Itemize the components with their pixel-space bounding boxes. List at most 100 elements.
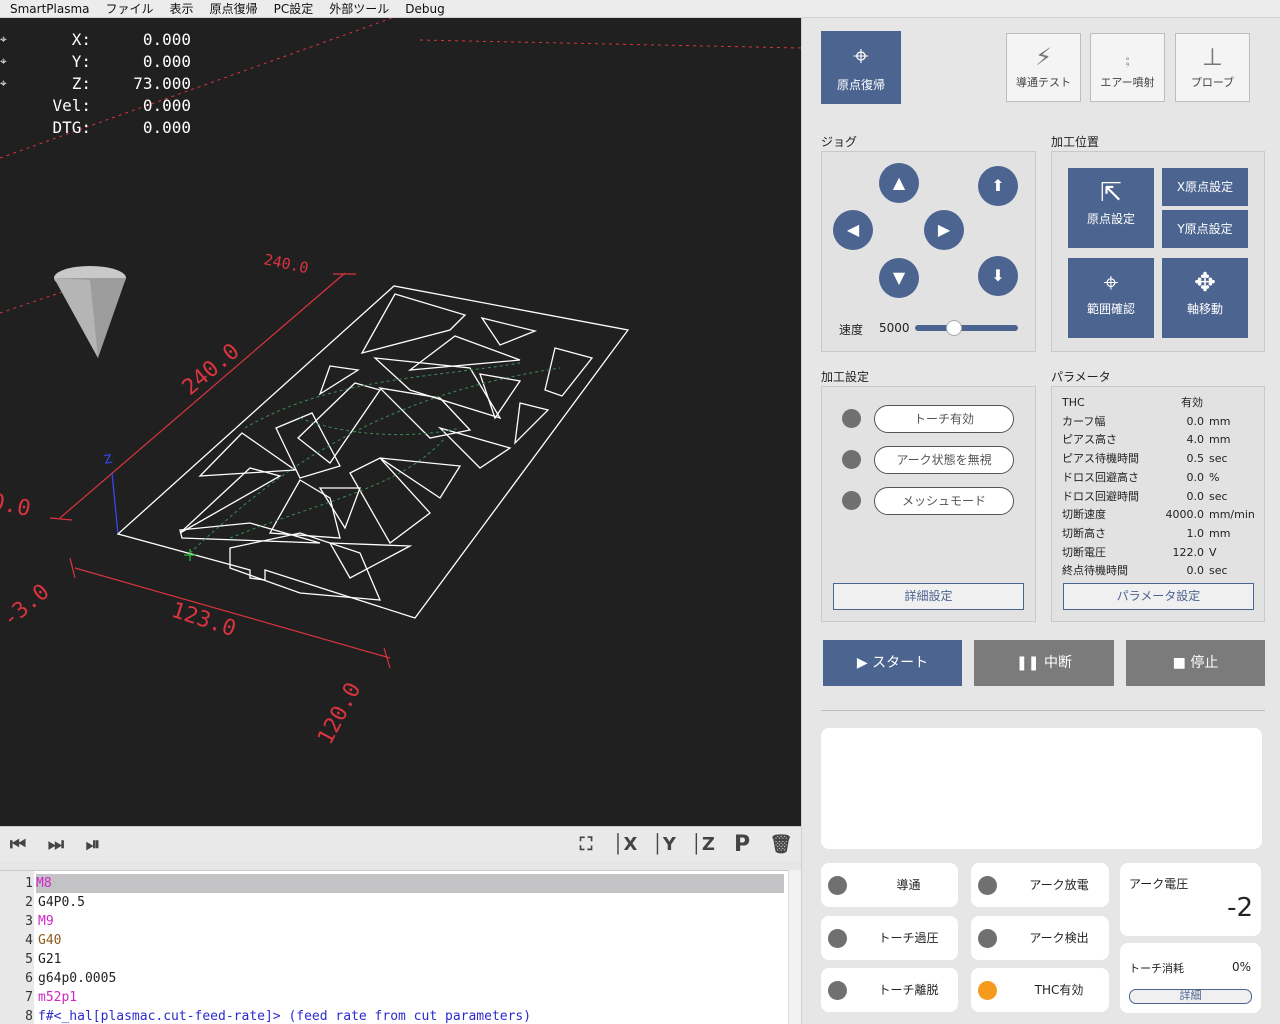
homed-icon: ⌖ [0, 31, 7, 46]
menu-homing[interactable]: 原点復帰 [201, 0, 265, 17]
view-z-icon[interactable]: │Z [690, 833, 716, 857]
status-led [828, 876, 847, 895]
step-icon[interactable]: ⏯ [81, 833, 105, 857]
parameter-name: 切断電圧 [1062, 545, 1106, 559]
torch-enable-indicator [842, 409, 861, 428]
mesh-mode-button[interactable]: メッシュモード [874, 487, 1014, 515]
arc-voltage-label: アーク電圧 [1129, 877, 1189, 891]
process-settings-title: 加工設定 [821, 370, 870, 384]
axis-move-button[interactable]: ✥ 軸移動 [1162, 258, 1248, 338]
status-label: アーク検出 [1029, 931, 1089, 945]
y-origin-button[interactable]: Y原点設定 [1162, 210, 1248, 248]
air-torch-icon: ⨾ [1125, 43, 1130, 71]
parameter-unit: mm [1209, 433, 1231, 447]
jog-speed-slider[interactable] [915, 325, 1018, 331]
jog-z-up-button[interactable]: ⬆ [978, 166, 1018, 206]
torch-detail-button[interactable]: 詳細 [1129, 989, 1252, 1004]
gcode-line[interactable]: M8 [36, 874, 784, 893]
first-line-icon[interactable]: ⏮ [6, 833, 30, 857]
toolpath-preview[interactable]: 240.0 240.0 0.0 -3.0 123.0 120.0 Z ⌖ X: … [0, 18, 801, 826]
parameter-row: THC 有効 [1062, 394, 1262, 412]
home-all-button[interactable]: ⌖ 原点復帰 [821, 31, 901, 104]
parameter-row: 切断電圧 122.0 V [1062, 544, 1262, 562]
dro-z-label: Z: [71, 73, 91, 93]
z-up-arrow-icon: ⬆ [991, 176, 1005, 195]
jog-x-minus-button[interactable]: ◀ [833, 210, 873, 250]
parameter-row: 終点待機時間 0.0 sec [1062, 562, 1262, 580]
view-y-icon[interactable]: │Y [651, 833, 677, 857]
play-icon: ▶ [856, 655, 873, 671]
dro-y-label: Y: [71, 51, 91, 71]
parameter-value: 0.0 [1186, 489, 1205, 503]
ignore-arc-button[interactable]: アーク状態を無視 [874, 446, 1014, 474]
zoom-fit-icon[interactable]: ⛶ [573, 833, 599, 857]
view-p-button[interactable]: P [730, 833, 754, 857]
dim-label-top: 240.0 [262, 250, 310, 277]
status-arc-discharge: アーク放電 [971, 863, 1109, 907]
jog-x-plus-button[interactable]: ▶ [924, 210, 964, 250]
parameter-row: ドロス回避高さ 0.0% [1062, 469, 1262, 487]
pause-button[interactable]: ❚❚ 中断 [974, 640, 1114, 686]
gcode-line[interactable]: m52p1 [38, 988, 77, 1007]
line-number: 5 [25, 952, 33, 967]
gcode-scrollbar[interactable] [788, 870, 801, 1024]
status-label: アーク放電 [1029, 878, 1089, 892]
probe-button[interactable]: ⊥ プローブ [1175, 33, 1250, 102]
status-led [828, 981, 847, 1000]
range-check-button[interactable]: ⌖ 範囲確認 [1068, 258, 1154, 338]
parameter-row: 切断速度 4000.0 mm/min [1062, 506, 1262, 524]
preview-canvas: 240.0 240.0 0.0 -3.0 123.0 120.0 Z [0, 18, 801, 749]
next-line-icon[interactable]: ⏭ [44, 833, 68, 857]
parameter-settings-button[interactable]: パラメータ設定 [1063, 583, 1254, 610]
continuity-test-button[interactable]: ⚡ 導通テスト [1006, 33, 1081, 102]
gcode-line[interactable]: M9 [38, 912, 54, 931]
status-continuity: 導通 [821, 863, 958, 907]
dro-dtg-value: 0.000 [142, 117, 191, 137]
menu-external-tools[interactable]: 外部ツール [320, 0, 396, 17]
jog-speed-value: 5000 [879, 321, 910, 335]
parameter-unit: sec [1209, 452, 1228, 466]
menu-app[interactable]: SmartPlasma [0, 2, 97, 16]
parameter-row: ピアス待機時間 0.5 sec [1062, 450, 1262, 468]
parameter-name: 切断高さ [1062, 526, 1106, 540]
jog-title: ジョグ [821, 135, 858, 149]
jog-y-plus-button[interactable]: ▲ [879, 163, 919, 203]
set-origin-label: 原点設定 [1086, 212, 1135, 226]
parameter-name: 切断速度 [1062, 508, 1106, 522]
parameter-unit: sec [1209, 564, 1228, 578]
air-blow-button[interactable]: ⨾ エアー噴射 [1090, 33, 1165, 102]
arrow-left-icon: ◀ [846, 220, 860, 239]
parameter-value: 4.0 [1186, 433, 1205, 447]
toolpath-plate [116, 285, 630, 619]
set-origin-button[interactable]: ⇱ 原点設定 [1068, 168, 1154, 248]
line-number: 3 [25, 914, 33, 929]
view-x-icon[interactable]: │X [612, 833, 638, 857]
menu-file[interactable]: ファイル [97, 0, 161, 17]
menu-view[interactable]: 表示 [161, 0, 201, 17]
jog-z-down-button[interactable]: ⬇ [978, 256, 1018, 296]
jog-y-minus-button[interactable]: ▼ [879, 258, 919, 298]
gcode-line[interactable]: G40 [38, 931, 61, 950]
gcode-line[interactable]: G4P0.5 [38, 893, 85, 912]
detail-settings-button[interactable]: 詳細設定 [833, 583, 1024, 610]
parameter-name: ピアス待機時間 [1062, 452, 1139, 466]
x-origin-button[interactable]: X原点設定 [1162, 168, 1248, 206]
menu-pc-settings[interactable]: PC設定 [265, 0, 321, 17]
gcode-line[interactable]: g64p0.0005 [38, 969, 116, 988]
parameter-unit: mm [1209, 414, 1231, 428]
parameter-value: 0.0 [1186, 564, 1205, 578]
clear-trash-icon[interactable]: 🗑 [769, 833, 793, 857]
torch-cone [54, 266, 126, 358]
gcode-line[interactable]: f#<_hal[plasmac.cut-feed-rate]> (feed ra… [38, 1007, 531, 1024]
torch-enable-button[interactable]: トーチ有効 [874, 405, 1014, 433]
range-check-label: 範囲確認 [1086, 302, 1135, 316]
stop-button[interactable]: ■ 停止 [1126, 640, 1265, 686]
z-axis-line [111, 472, 119, 535]
status-label: トーチ離脱 [878, 983, 939, 997]
axes-origin-icon: ⇱ [1100, 178, 1122, 208]
start-button[interactable]: ▶ スタート [823, 640, 962, 686]
parameter-unit: mm [1209, 526, 1231, 540]
gcode-viewer[interactable]: 1 M8 2 G4P0.5 3 M9 4 G40 5 G21 6 g64p0.0005 7m… [0, 870, 801, 1024]
menu-debug[interactable]: Debug [396, 2, 451, 16]
gcode-line[interactable]: G21 [38, 950, 61, 969]
